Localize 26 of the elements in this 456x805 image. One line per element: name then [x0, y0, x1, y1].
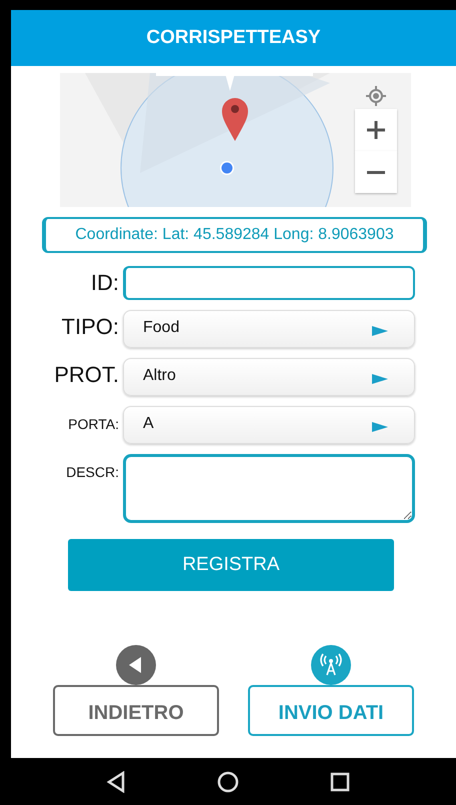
zoom-out-button[interactable]: [355, 151, 397, 193]
back-icon: [116, 645, 156, 685]
dropdown[interactable]: Altro: [123, 358, 415, 396]
field-label: TIPO:: [60, 314, 120, 340]
crosshair-icon: [365, 85, 387, 107]
caret-icon: [372, 325, 388, 337]
antenna-icon: [311, 645, 351, 685]
dropdown[interactable]: A: [123, 406, 415, 444]
back-button[interactable]: INDIETRO: [53, 685, 219, 736]
field-label: PROT.: [53, 362, 120, 388]
zoom-in-button[interactable]: [355, 109, 397, 151]
caret-icon: [372, 373, 388, 385]
coordinates-label: Coordinate: Lat: 45.589284 Long: 8.9063903: [42, 217, 427, 253]
minus-icon: [367, 170, 385, 174]
field-label: DESCR:: [65, 464, 120, 480]
field-label: ID:: [90, 270, 120, 296]
id-field[interactable]: [123, 266, 415, 300]
caret-icon: [372, 421, 388, 433]
recents-nav-icon[interactable]: [330, 772, 350, 792]
app-title: CORRISPETTEASY: [146, 27, 321, 49]
plus-icon: [365, 119, 387, 141]
back-nav-icon[interactable]: [106, 770, 126, 792]
dropdown[interactable]: Food: [123, 310, 415, 348]
field-label: PORTA:: [67, 416, 120, 432]
description-field[interactable]: [123, 454, 415, 523]
home-nav-icon[interactable]: [216, 770, 239, 792]
